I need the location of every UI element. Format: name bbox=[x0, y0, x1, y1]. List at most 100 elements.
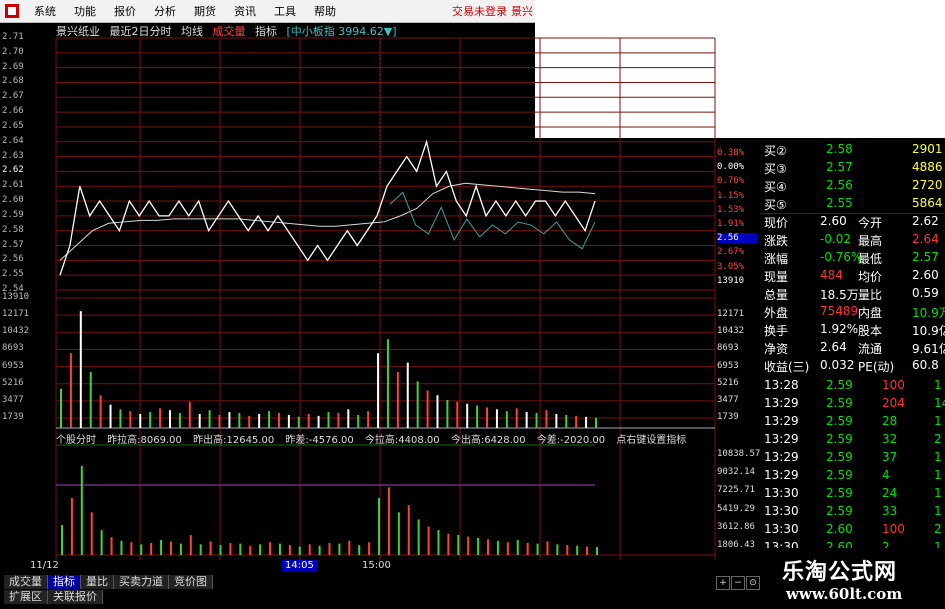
indicator-bar bbox=[477, 537, 480, 555]
tick-time: 13:29 bbox=[764, 450, 799, 464]
indicator-bar bbox=[239, 543, 242, 555]
indicator-bar bbox=[378, 498, 381, 555]
tick-row: 13:29 2.59 37 1 bbox=[764, 450, 942, 467]
volume-bar bbox=[347, 409, 350, 428]
volume-bar bbox=[129, 411, 132, 428]
scroll-right-icon[interactable]: − bbox=[731, 576, 745, 590]
indicator-bar bbox=[130, 542, 133, 555]
volume-bar bbox=[486, 407, 489, 428]
tick-time: 13:30 bbox=[764, 522, 799, 536]
tick-row: 13:29 2.59 4 1 bbox=[764, 468, 942, 485]
pct-tick-label: 13910 bbox=[717, 275, 745, 286]
watermark: 乐淘公式网 www.60lt.com bbox=[760, 548, 945, 609]
bid-price: 2.58 bbox=[826, 142, 853, 156]
price-tick-label: 2.69 bbox=[2, 61, 24, 72]
tick-time: 13:29 bbox=[764, 414, 799, 428]
volume-bar bbox=[357, 414, 360, 428]
pct-tick-label: 0.38% bbox=[717, 148, 745, 158]
tab-related-quotes[interactable]: 关联报价 bbox=[48, 590, 103, 604]
indicator-tick-label: 7225.71 bbox=[717, 485, 755, 496]
volume-tick-label: 6953 bbox=[2, 360, 24, 371]
stat-value: 9.61亿 bbox=[912, 342, 945, 356]
price-tick-label: 2.71 bbox=[2, 32, 24, 42]
stat-label: 外盘 bbox=[764, 306, 789, 320]
bid-row: 买⑤ 2.55 5864 bbox=[764, 196, 943, 213]
volume-bar bbox=[258, 413, 261, 428]
tab-volume-ratio[interactable]: 量比 bbox=[81, 575, 114, 589]
indicator-bar bbox=[169, 541, 172, 555]
indicator-tick-label: 9032.14 bbox=[717, 467, 755, 478]
indicator-bar bbox=[328, 542, 331, 555]
stat-row: 现量 484 均价 2.60 bbox=[764, 268, 942, 285]
tab-volume[interactable]: 成交量 bbox=[4, 575, 48, 589]
scroll-lock-icon[interactable]: ⊙ bbox=[746, 576, 760, 590]
indicator-value: 昨出高:12645.00 bbox=[193, 435, 275, 446]
stat-value: 60.8 bbox=[912, 358, 939, 372]
price-tick-label: 2.67 bbox=[2, 91, 24, 102]
tick-time: 13:29 bbox=[764, 468, 799, 482]
indicator-settings-hint[interactable]: 点右键设置指标 bbox=[616, 435, 686, 446]
indicator-bar bbox=[100, 530, 103, 555]
tick-time: 13:30 bbox=[764, 486, 799, 500]
price-tick-label: 2.64 bbox=[2, 135, 24, 146]
tick-price: 2.60 bbox=[826, 522, 853, 536]
indicator-bar bbox=[496, 540, 499, 555]
volume-bar bbox=[287, 414, 290, 428]
bid-price: 2.56 bbox=[826, 178, 853, 192]
volume-bar bbox=[337, 413, 340, 428]
volume-bar bbox=[208, 410, 211, 428]
indicator-value: 昨差:-4576.00 bbox=[285, 435, 354, 446]
watermark-url: www.60lt.com bbox=[786, 585, 903, 603]
volume-right-tick-label: 3477 bbox=[717, 394, 739, 405]
bid-row: 买④ 2.56 2720 bbox=[764, 178, 943, 195]
tick-row: 13:30 2.60 100 2 bbox=[764, 522, 942, 539]
volume-bar bbox=[386, 339, 389, 428]
volume-bar bbox=[89, 371, 92, 428]
tick-count: 1 bbox=[934, 468, 942, 482]
indicator-bar bbox=[397, 512, 400, 555]
tick-price: 2.59 bbox=[826, 450, 853, 464]
tick-volume: 100 bbox=[882, 522, 905, 536]
bid-row: 买② 2.58 2901 bbox=[764, 142, 943, 159]
price-tick-label: 2.56 bbox=[2, 254, 24, 265]
volume-right-tick-label: 1739 bbox=[717, 412, 739, 422]
indicator-bar bbox=[348, 540, 351, 555]
indicator-bar bbox=[179, 543, 182, 555]
tick-count: 2 bbox=[934, 432, 942, 446]
stat-label: 流通 bbox=[858, 342, 883, 356]
tab-extension[interactable]: 扩展区 bbox=[4, 590, 48, 604]
indicator-bar bbox=[80, 466, 83, 555]
stat-row: 涨跌 -0.02 最高 2.64 bbox=[764, 232, 942, 249]
volume-bar bbox=[436, 395, 439, 428]
tick-price: 2.59 bbox=[826, 396, 853, 410]
indicator-value: 今出高:6428.00 bbox=[450, 435, 526, 446]
volume-bar bbox=[297, 416, 300, 428]
scroll-left-icon[interactable]: + bbox=[716, 576, 730, 590]
indicator-bar bbox=[427, 526, 430, 555]
stat-row: 现价 2.60 今开 2.62 bbox=[764, 214, 942, 231]
indicator-bar bbox=[566, 545, 569, 555]
indicator-bar bbox=[338, 543, 341, 555]
tick-row: 13:29 2.59 32 2 bbox=[764, 432, 942, 449]
tick-price: 2.59 bbox=[826, 468, 853, 482]
bid-volume: 5864 bbox=[912, 196, 943, 210]
tab-auction[interactable]: 竞价图 bbox=[169, 575, 213, 589]
indicator-bar bbox=[249, 545, 252, 555]
indicator-bar bbox=[556, 544, 559, 555]
tab-indicator[interactable]: 指标 bbox=[48, 575, 81, 589]
stat-label: 均价 bbox=[858, 270, 883, 284]
tick-volume: 100 bbox=[882, 378, 905, 392]
volume-bar bbox=[327, 412, 330, 428]
volume-bar bbox=[198, 413, 201, 428]
tick-count: 2 bbox=[934, 522, 942, 536]
price-tick-label: 2.63 bbox=[2, 150, 24, 161]
tab-buy-sell-force[interactable]: 买卖力道 bbox=[114, 575, 169, 589]
volume-right-tick-label: 6953 bbox=[717, 360, 739, 371]
volume-bar bbox=[268, 411, 271, 428]
volume-bar bbox=[228, 412, 231, 428]
volume-bar bbox=[238, 413, 241, 428]
stat-label: 现量 bbox=[764, 270, 789, 284]
stat-row: 收益(三) 0.032 PE(动) 60.8 bbox=[764, 358, 942, 375]
intraday-chart[interactable] bbox=[0, 0, 760, 575]
indicator-bar bbox=[298, 546, 301, 555]
